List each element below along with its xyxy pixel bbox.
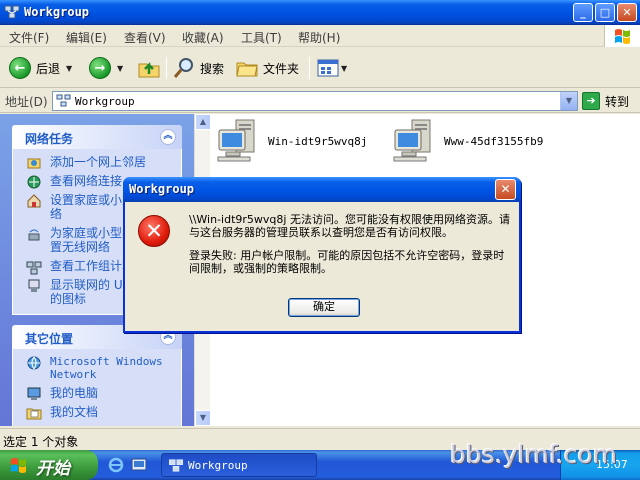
back-arrow-icon: ← — [9, 57, 31, 79]
start-button[interactable]: 开始 — [0, 450, 98, 480]
wireless-network-icon — [28, 229, 40, 241]
task-add-network-place[interactable]: 添加一个网上邻居 — [13, 155, 181, 169]
minimize-button[interactable]: _ — [573, 3, 593, 22]
back-button[interactable]: ← 后退 ▼ — [9, 55, 72, 81]
my-documents-icon — [26, 408, 42, 420]
maximize-button[interactable]: □ — [595, 3, 615, 22]
place-my-computer[interactable]: 我的电脑 — [13, 386, 181, 400]
folders-icon — [236, 62, 258, 77]
search-icon — [173, 58, 193, 78]
folder-up-icon — [138, 61, 160, 78]
dialog-title: Workgroup — [129, 182, 195, 196]
error-dialog: Workgroup ✕ ✕ \\Win-idt9r5wvq8j 无法访问。您可能… — [123, 177, 521, 333]
taskbar-window-label: Workgroup — [188, 459, 248, 472]
upnp-device-icon — [28, 279, 40, 292]
window-title: Workgroup — [24, 5, 90, 19]
search-label: 搜索 — [200, 61, 225, 76]
error-icon: ✕ — [138, 215, 170, 247]
minimize-icon: _ — [580, 6, 586, 19]
up-button[interactable] — [137, 55, 161, 81]
go-arrow-icon: ➔ — [582, 92, 600, 110]
place-my-documents[interactable]: 我的文档 — [13, 405, 181, 420]
dialog-close-button[interactable]: ✕ — [495, 179, 516, 200]
go-label: 转到 — [605, 94, 630, 109]
menu-edit[interactable]: 编辑(E) — [66, 29, 107, 46]
folders-label: 文件夹 — [263, 61, 300, 76]
search-button[interactable]: 搜索 — [173, 55, 224, 81]
error-message: \\Win-idt9r5wvq8j 无法访问。您可能没有权限使用网络资源。请与这… — [189, 213, 510, 239]
maximize-icon: □ — [599, 6, 611, 19]
toolbar: ← 后退 ▼ → ▼ 搜索 文件夹 ▼ — [0, 48, 640, 88]
status-text: 选定 1 个对象 — [3, 435, 79, 449]
windows-flag-icon — [615, 29, 630, 44]
close-icon: ✕ — [622, 6, 632, 19]
show-desktop-icon[interactable] — [131, 457, 147, 473]
address-input[interactable]: Workgroup ▼ — [52, 91, 578, 111]
folders-button[interactable]: 文件夹 — [236, 55, 299, 81]
menu-help[interactable]: 帮助(H) — [298, 29, 340, 46]
chevron-down-icon: ▼ — [341, 63, 348, 73]
panel-title: 网络任务 — [25, 132, 74, 146]
forward-arrow-icon: → — [89, 57, 111, 79]
chevron-down-icon: ▼ — [117, 63, 124, 73]
network-connections-icon — [27, 175, 41, 189]
home-network-icon — [27, 194, 41, 208]
menu-file[interactable]: 文件(F) — [9, 29, 49, 46]
collapse-icon[interactable]: ︽ — [160, 129, 176, 145]
internet-explorer-icon[interactable] — [108, 457, 124, 473]
dialog-titlebar[interactable]: Workgroup ✕ — [123, 177, 521, 202]
computer-name: Win-idt9r5wvq8j — [268, 134, 368, 148]
network-folder-icon — [168, 459, 184, 472]
address-value: Workgroup — [75, 95, 135, 108]
error-detail: 登录失败: 用户帐户限制。可能的原因包括不允许空密码，登录时间限制，或强制的策略… — [189, 249, 505, 275]
address-label: 地址(D) — [5, 95, 48, 109]
close-icon: ✕ — [500, 182, 511, 196]
chevron-down-icon: ▼ — [66, 63, 73, 73]
start-label: 开始 — [36, 459, 70, 479]
menu-bar: 文件(F) 编辑(E) 查看(V) 收藏(A) 工具(T) 帮助(H) — [0, 25, 640, 47]
windows-flag-icon — [11, 458, 26, 473]
scroll-up-icon[interactable]: ▲ — [195, 114, 211, 130]
computer-icon — [217, 119, 255, 162]
menu-view[interactable]: 查看(V) — [124, 29, 166, 46]
taskbar-window-button[interactable]: Workgroup — [161, 453, 317, 477]
add-network-place-icon — [27, 158, 41, 169]
network-folder-icon — [56, 94, 71, 107]
other-places-panel: 其它位置 ︽ Microsoft Windows Network 我的电脑 我的… — [12, 325, 182, 426]
computer-item[interactable]: Win-idt9r5wvq8j — [216, 118, 367, 164]
globe-network-icon — [27, 356, 41, 370]
ok-button[interactable]: 确定 — [288, 298, 360, 317]
computer-icon — [393, 119, 431, 162]
forward-button[interactable]: → ▼ — [89, 55, 123, 81]
network-folder-icon — [4, 5, 20, 19]
views-button[interactable]: ▼ — [317, 55, 347, 81]
computer-item[interactable]: Www-45df3155fb9 — [392, 118, 543, 164]
views-icon — [317, 59, 339, 77]
menu-favorites[interactable]: 收藏(A) — [182, 29, 224, 46]
workgroup-computers-icon — [26, 261, 42, 275]
computer-name: Www-45df3155fb9 — [444, 134, 544, 148]
address-dropdown-button[interactable]: ▼ — [560, 92, 577, 110]
my-computer-icon — [27, 387, 41, 400]
close-button[interactable]: ✕ — [617, 3, 637, 22]
address-bar: 地址(D) Workgroup ▼ ➔ 转到 — [0, 89, 640, 113]
menu-tools[interactable]: 工具(T) — [241, 29, 282, 46]
back-label: 后退 — [36, 61, 61, 76]
panel-title: 其它位置 — [25, 332, 74, 346]
network-tasks-header[interactable]: 网络任务 ︽ — [12, 125, 182, 149]
scroll-down-icon[interactable]: ▼ — [195, 410, 211, 426]
window-titlebar[interactable]: Workgroup _ □ ✕ — [0, 0, 640, 25]
watermark: bbs.ylmf.com — [450, 440, 618, 469]
place-microsoft-windows-network[interactable]: Microsoft Windows Network — [13, 355, 181, 381]
go-button[interactable]: ➔ 转到 — [582, 92, 629, 110]
windows-logo — [604, 25, 640, 47]
